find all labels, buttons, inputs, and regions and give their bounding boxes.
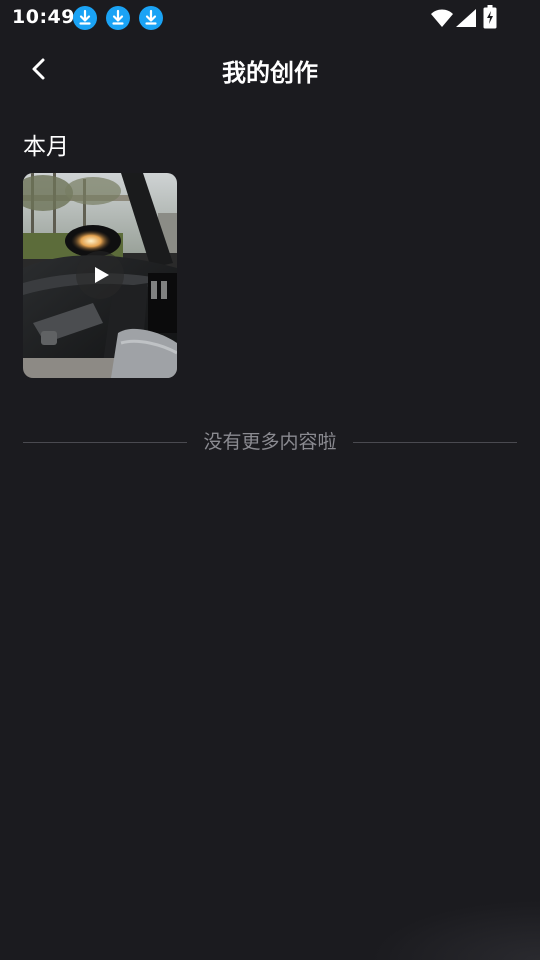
- status-time: 10:49: [12, 6, 75, 28]
- download-icon: [106, 6, 130, 30]
- status-bar: 10:49: [0, 0, 540, 36]
- play-button[interactable]: [76, 251, 124, 299]
- header: 我的创作: [0, 36, 540, 102]
- wifi-icon: [431, 9, 453, 27]
- divider-line-right: [353, 442, 517, 443]
- signal-icon: [456, 9, 476, 27]
- video-card[interactable]: [23, 173, 177, 378]
- corner-shadow: [370, 900, 540, 960]
- my-creations-screen: 10:49 我的创作 本月 没有更多内容啦: [0, 0, 540, 960]
- section-title-this-month: 本月: [23, 134, 69, 160]
- end-of-list-divider: 没有更多内容啦: [23, 430, 517, 454]
- download-icon: [139, 6, 163, 30]
- status-icons: [420, 0, 540, 36]
- page-title: 我的创作: [222, 59, 318, 87]
- download-icon: [73, 6, 97, 30]
- play-icon: [95, 267, 109, 283]
- battery-charging-icon: [483, 5, 497, 29]
